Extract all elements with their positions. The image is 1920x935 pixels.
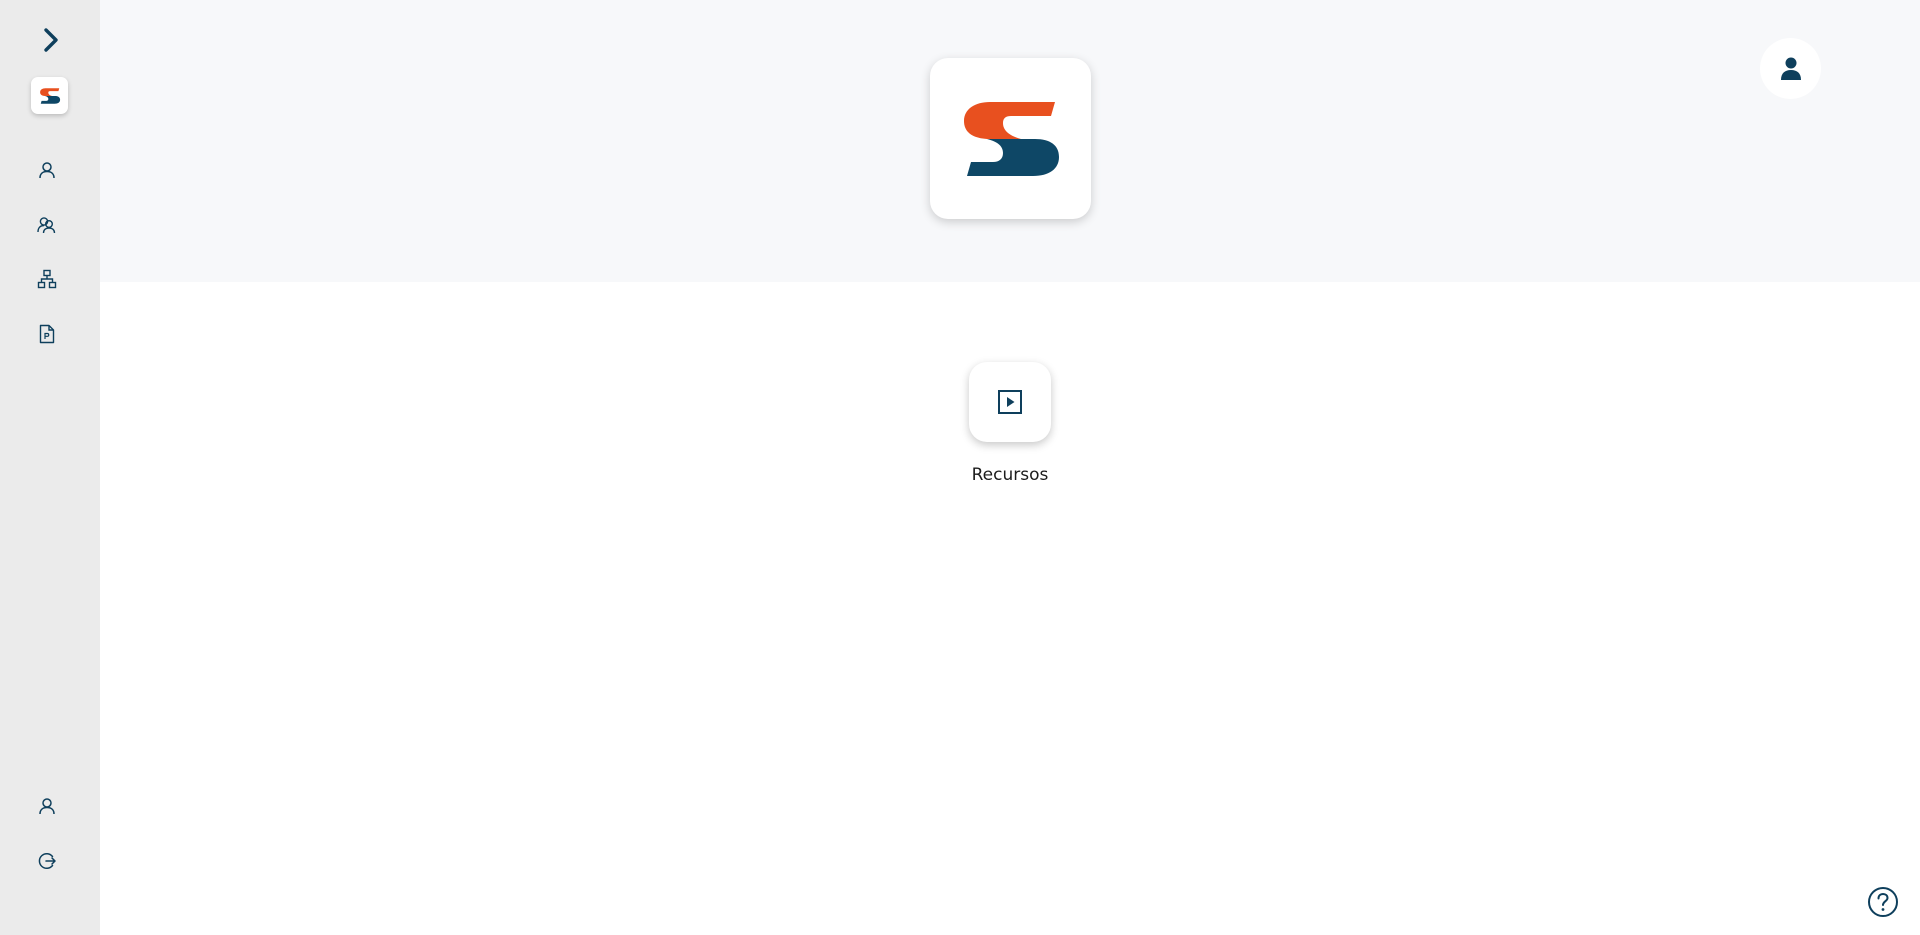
sidebar-item-user[interactable] bbox=[27, 150, 67, 190]
sidebar-item-profile[interactable] bbox=[27, 786, 67, 826]
s-logo bbox=[39, 87, 60, 104]
sidebar-item-documents[interactable] bbox=[27, 314, 67, 354]
profile-icon bbox=[39, 798, 55, 815]
users-icon bbox=[37, 217, 56, 234]
logout-button[interactable] bbox=[27, 841, 67, 881]
tile-recursos-button[interactable] bbox=[969, 362, 1051, 442]
tile-recursos-label[interactable]: Recursos bbox=[910, 465, 1110, 485]
help-circle-icon bbox=[1868, 887, 1898, 917]
sidebar-item-organization[interactable] bbox=[27, 259, 67, 299]
chevron-right-icon bbox=[44, 28, 58, 52]
user-solid-icon bbox=[1780, 57, 1801, 80]
sidebar bbox=[0, 0, 100, 935]
logout-icon bbox=[38, 852, 56, 870]
user-avatar-button[interactable] bbox=[1760, 38, 1821, 99]
app-logo bbox=[930, 58, 1091, 219]
document-icon bbox=[39, 324, 55, 344]
header-banner bbox=[100, 0, 1920, 282]
app-logo-small[interactable] bbox=[31, 77, 68, 114]
play-square-icon bbox=[998, 390, 1022, 414]
org-chart-icon bbox=[37, 269, 57, 289]
sidebar-item-users[interactable] bbox=[27, 205, 67, 245]
help-button[interactable] bbox=[1867, 886, 1899, 918]
expand-sidebar-button[interactable] bbox=[31, 20, 71, 60]
user-icon bbox=[39, 162, 55, 179]
s-logo bbox=[963, 101, 1059, 176]
